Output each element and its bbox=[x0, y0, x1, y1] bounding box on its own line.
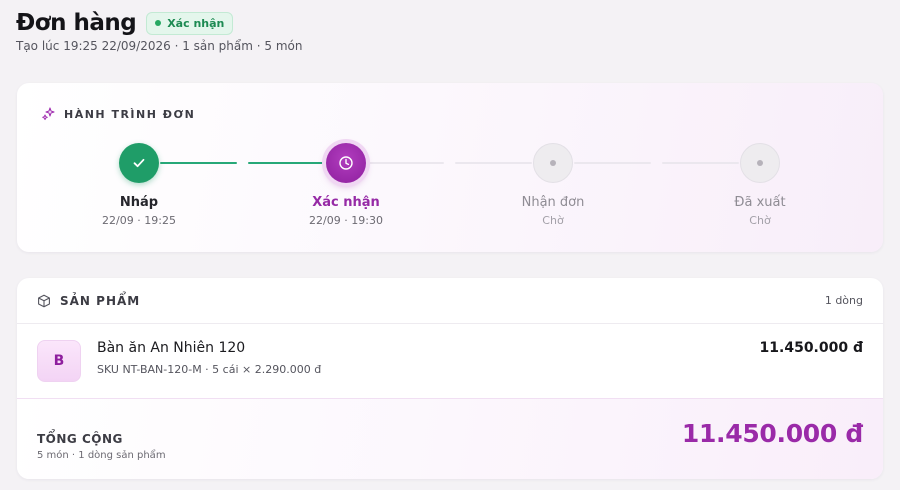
step-exported-time: Chờ bbox=[749, 214, 771, 227]
status-badge: Xác nhận bbox=[146, 11, 234, 35]
step-draft: Nháp 22/09 · 19:25 bbox=[59, 143, 219, 227]
journey-section-label: HÀNH TRÌNH ĐƠN bbox=[64, 107, 196, 121]
clock-icon bbox=[339, 156, 353, 170]
step-received-circle bbox=[533, 143, 573, 183]
step-draft-circle bbox=[119, 143, 159, 183]
total-label: TỔNG CỘNG bbox=[37, 432, 123, 446]
products-count: 1 dòng bbox=[824, 294, 863, 307]
title-row: Đơn hàng Xác nhận bbox=[16, 10, 884, 36]
products-header: SẢN PHẨM 1 dòng bbox=[17, 278, 883, 324]
step-draft-label: Nháp bbox=[119, 195, 159, 210]
step-received: Nhận đơn Chờ bbox=[473, 143, 633, 227]
pending-dot-icon bbox=[550, 160, 556, 166]
step-draft-time: 22/09 · 19:25 bbox=[102, 214, 176, 227]
product-row[interactable]: B Bàn ăn An Nhiên 120 SKU NT-BAN-120-M ·… bbox=[17, 324, 883, 398]
total-value: 11.450.000 đ bbox=[681, 419, 863, 448]
step-confirmed-circle bbox=[326, 143, 366, 183]
journey-section-header: HÀNH TRÌNH ĐƠN bbox=[41, 107, 195, 121]
products-section-label: SẢN PHẨM bbox=[60, 293, 141, 308]
step-confirmed-label: Xác nhận bbox=[312, 195, 380, 210]
step-exported-circle bbox=[740, 143, 780, 183]
total-section: TỔNG CỘNG 5 món · 1 dòng sản phẩm 11.450… bbox=[17, 398, 883, 479]
product-name: Bàn ăn An Nhiên 120 bbox=[97, 340, 246, 356]
product-price: 11.450.000 đ bbox=[759, 340, 863, 356]
status-badge-label: Xác nhận bbox=[167, 16, 225, 30]
product-meta: SKU NT-BAN-120-M · 5 cái × 2.290.000 đ bbox=[97, 363, 322, 376]
order-subtitle: Tạo lúc 19:25 22/09/2026 · 1 sản phẩm · … bbox=[16, 39, 303, 53]
page-header: Đơn hàng Xác nhận Tạo lúc 19:25 22/09/20… bbox=[16, 10, 884, 53]
product-avatar: B bbox=[37, 340, 81, 382]
products-card: SẢN PHẨM 1 dòng B Bàn ăn An Nhiên 120 SK… bbox=[17, 278, 883, 479]
order-journey-card: HÀNH TRÌNH ĐƠN Nháp 22/09 · 19:25 Xác nh… bbox=[17, 83, 883, 252]
sparkle-icon bbox=[42, 107, 55, 121]
page-title: Đơn hàng bbox=[16, 10, 137, 36]
products-title: SẢN PHẨM bbox=[37, 294, 140, 308]
step-received-time: Chờ bbox=[542, 214, 564, 227]
step-confirmed-time: 22/09 · 19:30 bbox=[309, 214, 383, 227]
step-exported-label: Đã xuất bbox=[734, 195, 786, 210]
check-icon bbox=[133, 158, 145, 168]
journey-steps: Nháp 22/09 · 19:25 Xác nhận 22/09 · 19:3… bbox=[17, 143, 883, 243]
total-subtitle: 5 món · 1 dòng sản phẩm bbox=[37, 450, 166, 461]
step-exported: Đã xuất Chờ bbox=[680, 143, 840, 227]
step-received-label: Nhận đơn bbox=[521, 195, 585, 210]
box-icon bbox=[38, 294, 50, 307]
pending-dot-icon bbox=[757, 160, 763, 166]
step-confirmed: Xác nhận 22/09 · 19:30 bbox=[266, 143, 426, 227]
status-dot-icon bbox=[155, 20, 162, 26]
